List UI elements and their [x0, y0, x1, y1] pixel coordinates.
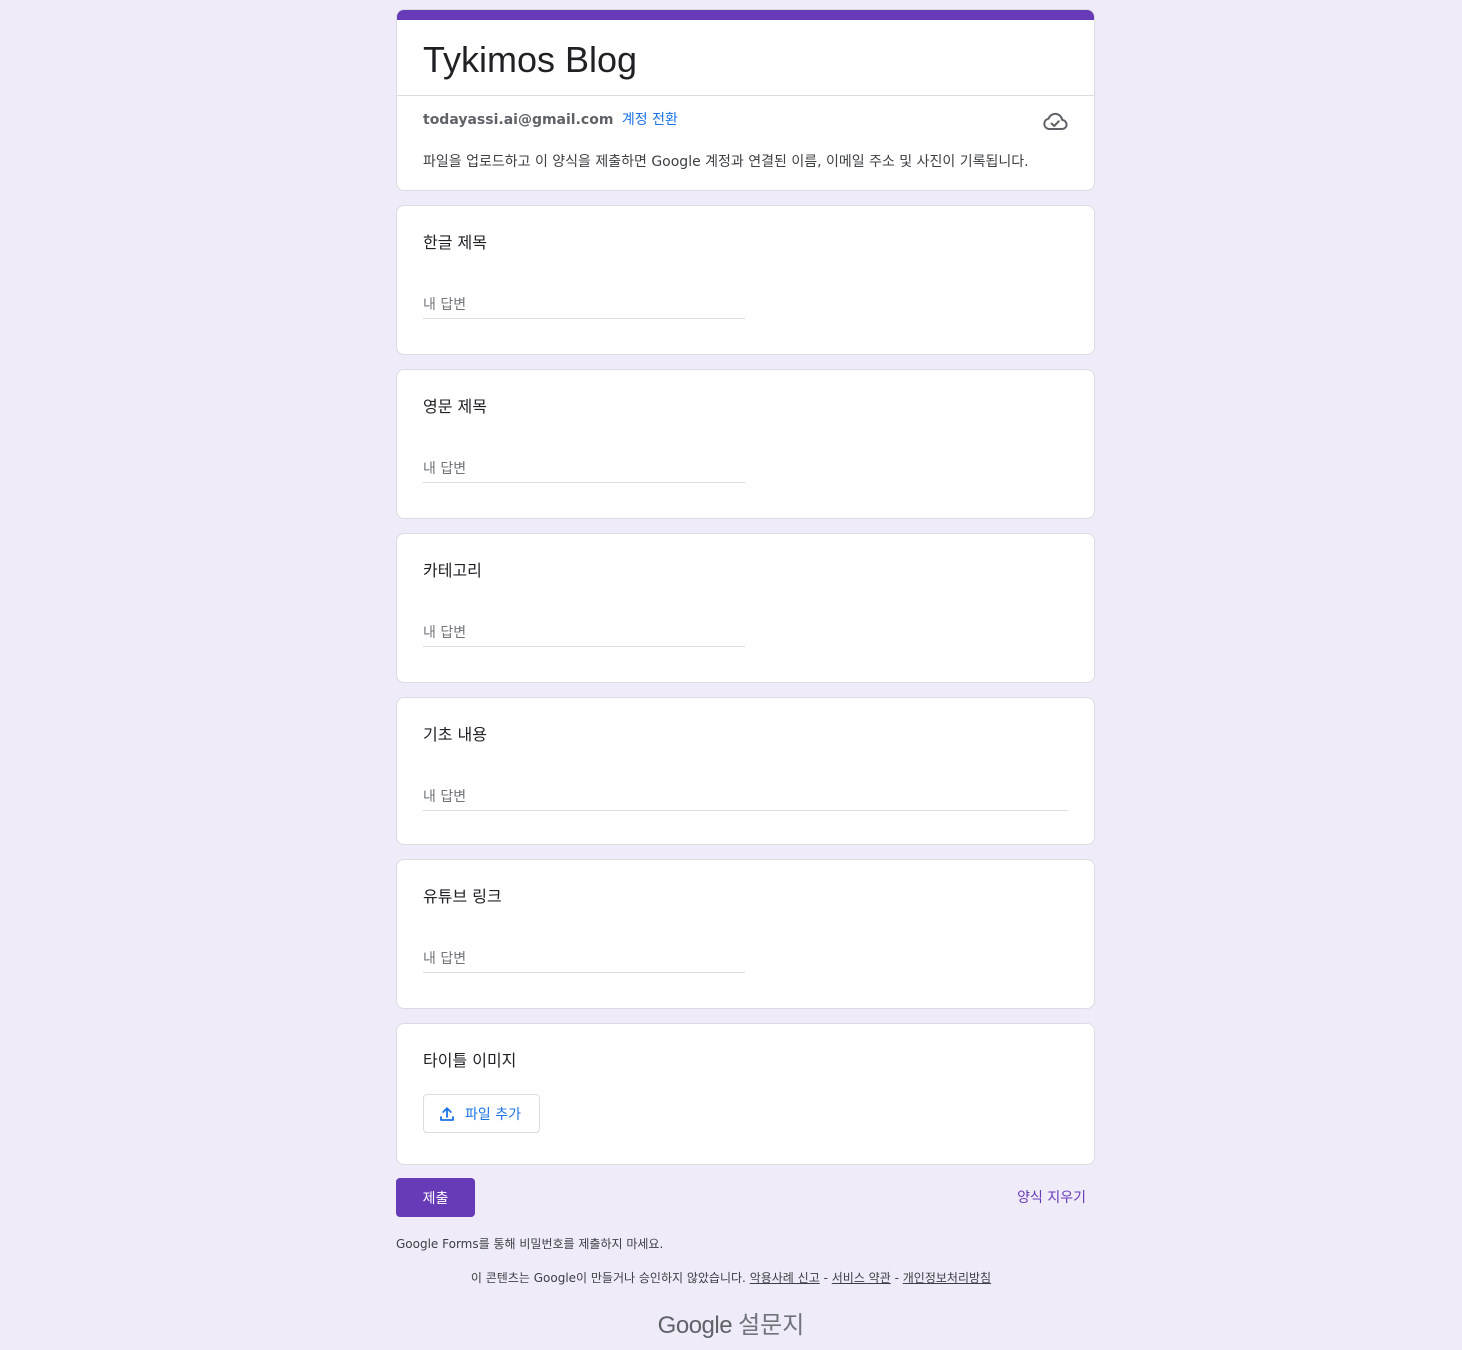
- question-card-youtube-link: 유튜브 링크: [396, 859, 1095, 1009]
- question-label: 영문 제목: [423, 397, 487, 416]
- question-label: 타이틀 이미지: [423, 1051, 517, 1070]
- answer-input-category[interactable]: [423, 619, 745, 647]
- form-title: Tykimos Blog: [423, 39, 638, 80]
- question-label: 기초 내용: [423, 725, 487, 744]
- brand-google: Google: [657, 1312, 733, 1339]
- question-label: 유튜브 링크: [423, 887, 502, 906]
- report-abuse-link[interactable]: 악용사례 신고: [750, 1271, 820, 1285]
- divider: [397, 95, 1094, 96]
- password-warning: Google Forms를 통해 비밀번호를 제출하지 마세요.: [396, 1237, 664, 1251]
- switch-account-link[interactable]: 계정 전환: [622, 112, 678, 128]
- question-card-english-title: 영문 제목: [396, 369, 1095, 519]
- question-card-category: 카테고리: [396, 533, 1095, 683]
- footer-disclaimer: 이 콘텐츠는 Google이 만들거나 승인하지 않았습니다. 악용사례 신고 …: [0, 1269, 1462, 1286]
- terms-link[interactable]: 서비스 약관: [832, 1271, 891, 1285]
- upload-icon: [440, 1106, 454, 1121]
- form-column: Tykimos Blog todayassi.ai@gmail.com 계정 전…: [396, 9, 1095, 1238]
- brand-product: 설문지: [738, 1312, 805, 1339]
- answer-input-english-title[interactable]: [423, 455, 745, 483]
- question-label: 한글 제목: [423, 233, 487, 252]
- form-header-card: Tykimos Blog todayassi.ai@gmail.com 계정 전…: [396, 9, 1095, 191]
- account-email: todayassi.ai@gmail.com: [423, 112, 614, 128]
- answer-input-basic-content[interactable]: [423, 783, 1068, 811]
- separator: -: [823, 1271, 828, 1285]
- account-row: todayassi.ai@gmail.com 계정 전환: [423, 110, 678, 130]
- recording-notice: 파일을 업로드하고 이 양식을 제출하면 Google 계정과 연결된 이름, …: [423, 154, 1029, 170]
- form-actions: 제출 양식 지우기: [396, 1178, 1095, 1238]
- question-label: 카테고리: [423, 561, 482, 580]
- clear-form-button[interactable]: 양식 지우기: [1017, 1187, 1086, 1207]
- google-forms-logo[interactable]: Google 설문지: [0, 1305, 1462, 1340]
- separator: -: [894, 1271, 899, 1285]
- answer-input-korean-title[interactable]: [423, 291, 745, 319]
- question-card-korean-title: 한글 제목: [396, 205, 1095, 355]
- add-file-label: 파일 추가: [465, 1106, 521, 1123]
- question-card-title-image: 타이틀 이미지 파일 추가: [396, 1023, 1095, 1165]
- privacy-link[interactable]: 개인정보처리방침: [903, 1271, 991, 1285]
- disclaimer-text: 이 콘텐츠는 Google이 만들거나 승인하지 않았습니다.: [470, 1271, 746, 1285]
- accent-bar: [397, 10, 1094, 20]
- question-card-basic-content: 기초 내용: [396, 697, 1095, 845]
- answer-input-youtube-link[interactable]: [423, 945, 745, 973]
- cloud-check-icon: [1043, 112, 1068, 131]
- submit-button[interactable]: 제출: [396, 1178, 475, 1217]
- add-file-button[interactable]: 파일 추가: [423, 1094, 540, 1133]
